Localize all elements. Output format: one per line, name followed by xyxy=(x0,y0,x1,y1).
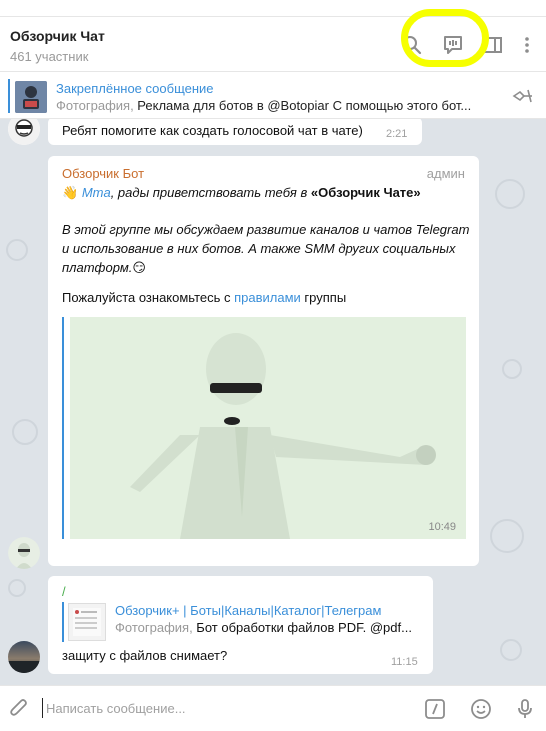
reply-preview: Фотография, Бот обработки файлов PDF. @p… xyxy=(115,620,425,635)
emoji-icon[interactable] xyxy=(468,696,494,722)
pinned-kind: Фотография, xyxy=(56,98,134,113)
wallpaper-doodle xyxy=(495,179,525,209)
text-caret xyxy=(42,698,43,718)
pinned-preview: Фотография, Реклама для ботов в @Botopia… xyxy=(56,98,506,113)
welcome-line: 👋 Mma, рады приветствовать тебя в «Обзор… xyxy=(62,183,470,202)
avatar[interactable] xyxy=(8,641,40,673)
message-bubble[interactable]: Ребят помогите как создать голосовой чат… xyxy=(48,119,422,145)
more-menu-icon[interactable] xyxy=(514,32,540,58)
sender-name[interactable]: / xyxy=(62,584,66,599)
greeting-text: , рады приветствовать тебя в xyxy=(110,185,311,200)
avatar[interactable] xyxy=(8,537,40,569)
message-time: 11:15 xyxy=(391,656,418,668)
admin-badge: админ xyxy=(426,166,465,181)
message-text: Ребят помогите как создать голосовой чат… xyxy=(62,123,363,138)
message-composer[interactable]: Написать сообщение... xyxy=(0,685,546,731)
unpin-icon[interactable] xyxy=(512,88,534,109)
pinned-message[interactable]: Закреплённое сообщение Фотография, Рекла… xyxy=(0,73,546,119)
wallpaper-doodle xyxy=(502,359,522,379)
wallpaper-doodle xyxy=(6,239,28,261)
rules-suffix: группы xyxy=(300,290,347,305)
wallpaper-doodle xyxy=(12,419,38,445)
description-text: В этой группе мы обсуждаем развитие кана… xyxy=(62,222,470,275)
annotation-circle xyxy=(401,9,489,67)
smirk-emoji: 😏 xyxy=(132,260,146,275)
user-mention[interactable]: Mma xyxy=(82,185,111,200)
sender-name[interactable]: Обзорчик Бот xyxy=(62,166,144,181)
message-time: 10:49 xyxy=(428,521,456,533)
bot-commands-icon[interactable] xyxy=(422,696,448,722)
message-bubble[interactable]: / Обзорчик+ | Боты|Каналы|Каталог|Телегр… xyxy=(48,576,433,674)
reply-title[interactable]: Обзорчик+ | Боты|Каналы|Каталог|Телеграм xyxy=(115,603,381,618)
group-description: В этой группе мы обсуждаем развитие кана… xyxy=(62,220,470,277)
message-time: 2:21 xyxy=(386,128,408,140)
wallpaper-doodle xyxy=(500,639,522,661)
chat-title[interactable]: Обзорчик Чат xyxy=(10,28,105,44)
wave-emoji: 👋 xyxy=(62,185,79,200)
chat-area[interactable]: Ребят помогите как создать голосовой чат… xyxy=(0,119,546,685)
reply-thumbnail xyxy=(68,603,106,641)
pinned-text: Реклама для ботов в @Botopiar С помощью … xyxy=(133,98,472,113)
reply-accent-bar xyxy=(62,602,64,642)
reply-kind: Фотография, xyxy=(115,620,193,635)
rules-link[interactable]: правилами xyxy=(234,290,301,305)
pinned-accent-bar xyxy=(8,79,10,113)
message-bubble[interactable]: Обзорчик Бот админ 👋 Mma, рады приветств… xyxy=(48,156,479,566)
wallpaper-doodle xyxy=(490,519,524,553)
message-input[interactable]: Написать сообщение... xyxy=(46,701,186,716)
avatar[interactable] xyxy=(8,119,40,145)
attach-icon[interactable] xyxy=(6,696,32,722)
message-text: защиту с файлов снимает? xyxy=(62,648,228,663)
member-count: 461 участник xyxy=(10,49,89,64)
preview-image[interactable]: 10:49 xyxy=(70,317,466,539)
microphone-icon[interactable] xyxy=(512,696,538,722)
rules-line: Пожалуйста ознакомьтесь с правилами груп… xyxy=(62,290,346,305)
chat-name-bold: «Обзорчик Чате» xyxy=(310,185,421,200)
pinned-thumbnail xyxy=(15,81,47,113)
reply-text: Бот обработки файлов PDF. @pdf... xyxy=(192,620,412,635)
wallpaper-doodle xyxy=(8,579,26,597)
pinned-label: Закреплённое сообщение xyxy=(56,81,214,96)
rules-prefix: Пожалуйста ознакомьтесь с xyxy=(62,290,235,305)
preview-accent-bar xyxy=(62,317,64,539)
